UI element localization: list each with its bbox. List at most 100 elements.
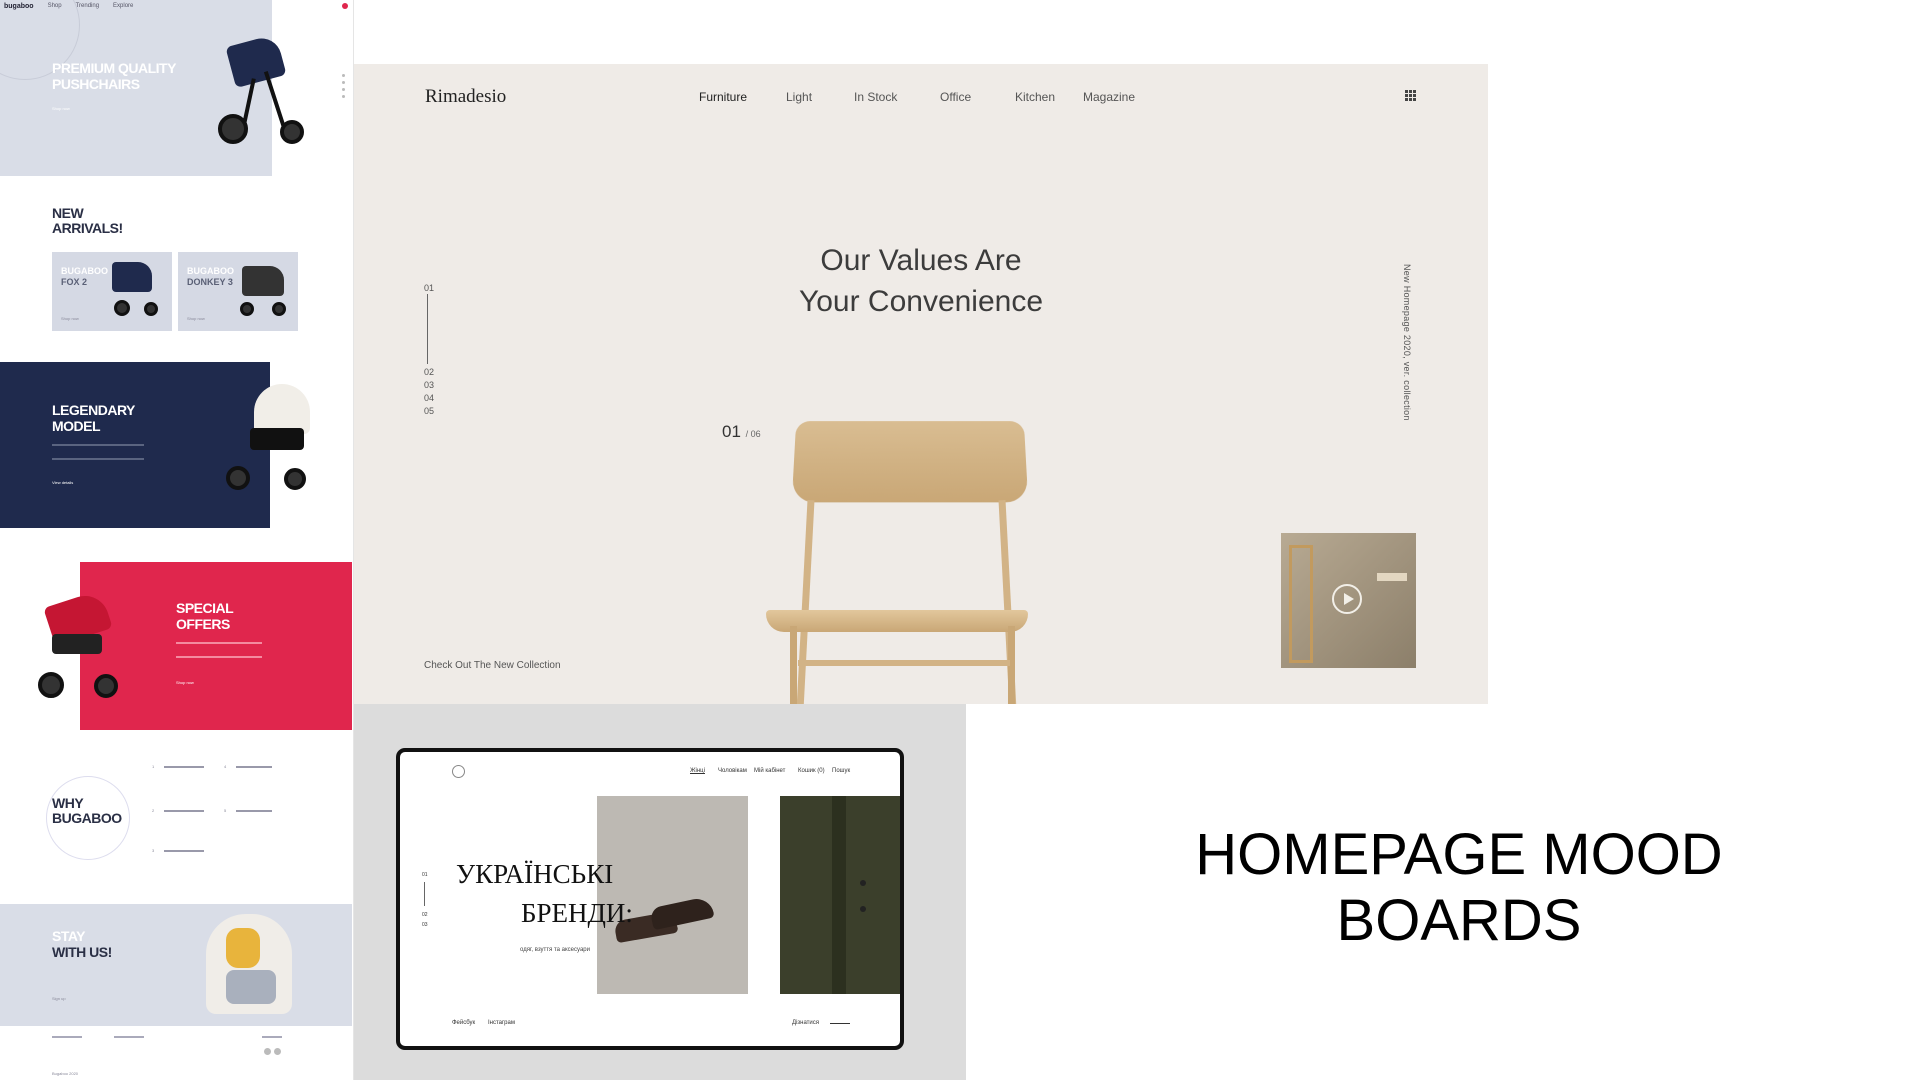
counter-total: / 06	[745, 429, 761, 439]
vertical-caption: New Homepage 2020, ver. collection	[1402, 264, 1412, 421]
hero-title-line1: УКРАЇНСЬКІ	[456, 859, 614, 889]
nav-item[interactable]: Trending	[76, 3, 99, 10]
social-icon[interactable]	[274, 1048, 281, 1055]
caption-line2: BOARDS	[1336, 888, 1582, 953]
legendary-title: LEGENDARY MODEL	[52, 402, 135, 434]
hero-title-line1: Our Values Are	[820, 244, 1022, 277]
nav-in-stock[interactable]: In Stock	[854, 90, 897, 104]
video-thumbnail[interactable]	[1281, 533, 1416, 668]
feature-number: 2	[152, 808, 155, 813]
hero-title: PREMIUM QUALITY PUSHCHAIRS	[52, 60, 176, 92]
nav-magazine[interactable]: Magazine	[1083, 90, 1135, 104]
hero-cta[interactable]: Shop now	[52, 106, 70, 111]
slide-index[interactable]: 05	[424, 406, 434, 416]
feature-number: 1	[152, 764, 155, 769]
card-cta[interactable]: Shop now	[187, 316, 205, 321]
ukrainian-brands-moodboard: Жінці Чоловікам Мій кабінет Кошик (0) По…	[354, 704, 966, 1080]
slide-index[interactable]: 01	[422, 872, 428, 878]
slide-index[interactable]: 04	[424, 393, 434, 403]
grid-menu-icon[interactable]	[1405, 90, 1416, 101]
brand-logo-icon[interactable]	[452, 765, 465, 778]
bugaboo-moodboard: bugaboo Shop Trending Explore PREMIUM QU…	[0, 0, 354, 1080]
new-arrivals-title: NEW ARRIVALS!	[52, 205, 123, 237]
feature-text	[236, 810, 272, 820]
mirror-shape	[1289, 545, 1313, 663]
nav-cart[interactable]: Кошик (0)	[798, 768, 825, 774]
why-line1: WHY	[52, 795, 84, 811]
feature-text	[164, 766, 204, 776]
nav-light[interactable]: Light	[786, 90, 812, 104]
card-brand: BUGABOO	[187, 266, 234, 276]
bugaboo-footer-links	[52, 1036, 332, 1058]
hero-title-line2: БРЕНДИ:	[521, 898, 633, 928]
shoes-photo	[597, 796, 748, 994]
nav-men[interactable]: Чоловікам	[718, 768, 747, 774]
play-icon[interactable]	[1332, 584, 1362, 614]
legendary-line2: MODEL	[52, 418, 101, 435]
stroller-baby-image	[196, 904, 306, 1026]
special-line2: OFFERS	[176, 616, 230, 633]
slide-index[interactable]: 03	[424, 380, 434, 390]
new-arrivals-line1: NEW	[52, 205, 84, 221]
moodboard-caption: HOMEPAGE MOOD BOARDS	[1134, 822, 1784, 954]
product-card[interactable]: BUGABOO FOX 2 Shop now	[52, 252, 172, 331]
stay-title: STAY WITH US!	[52, 928, 112, 960]
hero-pagination[interactable]	[342, 74, 345, 102]
feature-text	[164, 810, 204, 820]
stroller-image	[200, 20, 310, 155]
legendary-cta[interactable]: View details	[52, 480, 73, 485]
nav-kitchen[interactable]: Kitchen	[1015, 90, 1055, 104]
special-description	[176, 642, 262, 658]
slide-index[interactable]: 01	[424, 283, 434, 293]
cart-icon[interactable]	[342, 3, 348, 9]
social-icon[interactable]	[264, 1048, 271, 1055]
stroller-image	[112, 262, 152, 292]
stay-cta[interactable]: Sign up	[52, 996, 66, 1001]
why-features: 1 2 3 4 5	[152, 764, 282, 874]
legendary-line1: LEGENDARY	[52, 402, 135, 418]
slide-progress-line	[427, 294, 428, 364]
slide-index[interactable]: 02	[424, 367, 434, 377]
nav-office[interactable]: Office	[940, 90, 971, 104]
suit-photo	[780, 796, 900, 994]
learn-more-link[interactable]: Дізнатися	[792, 1020, 819, 1026]
collection-link[interactable]: Check Out The New Collection	[424, 660, 561, 671]
copyright: Bugaboo 2020	[52, 1071, 79, 1076]
laptop-frame: Жінці Чоловікам Мій кабінет Кошик (0) По…	[396, 748, 904, 1050]
product-card[interactable]: BUGABOO DONKEY 3 Shop now	[178, 252, 298, 331]
hero-title-line2: PUSHCHAIRS	[52, 76, 140, 93]
special-cta[interactable]: Shop now	[176, 680, 194, 685]
feature-number: 5	[224, 808, 227, 813]
rimadesio-moodboard: Rimadesio Furniture Light In Stock Offic…	[354, 64, 1488, 704]
nav-item[interactable]: Shop	[48, 3, 62, 10]
table-shape	[1377, 573, 1407, 581]
nav-women[interactable]: Жінці	[690, 768, 705, 774]
hero-title-line1: PREMIUM QUALITY	[52, 60, 176, 76]
nav-item[interactable]: Explore	[113, 3, 133, 10]
feature-number: 3	[152, 848, 155, 853]
nav-search[interactable]: Пошук	[832, 768, 850, 774]
hero-subtitle: одяг, взуття та аксесуари	[520, 947, 590, 953]
feature-text	[236, 766, 272, 776]
slide-progress-line	[424, 882, 425, 906]
slide-index[interactable]: 02	[422, 912, 428, 918]
special-line1: SPECIAL	[176, 600, 234, 616]
instagram-link[interactable]: Інстаграм	[488, 1020, 515, 1026]
rimadesio-logo[interactable]: Rimadesio	[425, 86, 506, 108]
card-brand: BUGABOO	[61, 266, 108, 276]
stay-line2: WITH US!	[52, 944, 112, 961]
bugaboo-logo[interactable]: bugaboo	[4, 3, 34, 10]
nav-furniture[interactable]: Furniture	[699, 90, 747, 104]
facebook-link[interactable]: Фейсбук	[452, 1020, 475, 1026]
slide-index[interactable]: 03	[422, 922, 428, 928]
bugaboo-nav: bugaboo Shop Trending Explore	[4, 3, 133, 10]
stroller-image	[242, 266, 284, 296]
nav-account[interactable]: Мій кабінет	[754, 768, 785, 774]
feature-number: 4	[224, 764, 227, 769]
stroller-image	[32, 578, 128, 708]
arrow-right-icon[interactable]	[830, 1023, 850, 1024]
stroller-image	[220, 380, 316, 500]
why-line2: BUGABOO	[52, 810, 122, 827]
hero-title-line2: Your Convenience	[798, 285, 1044, 318]
card-cta[interactable]: Shop now	[61, 316, 79, 321]
